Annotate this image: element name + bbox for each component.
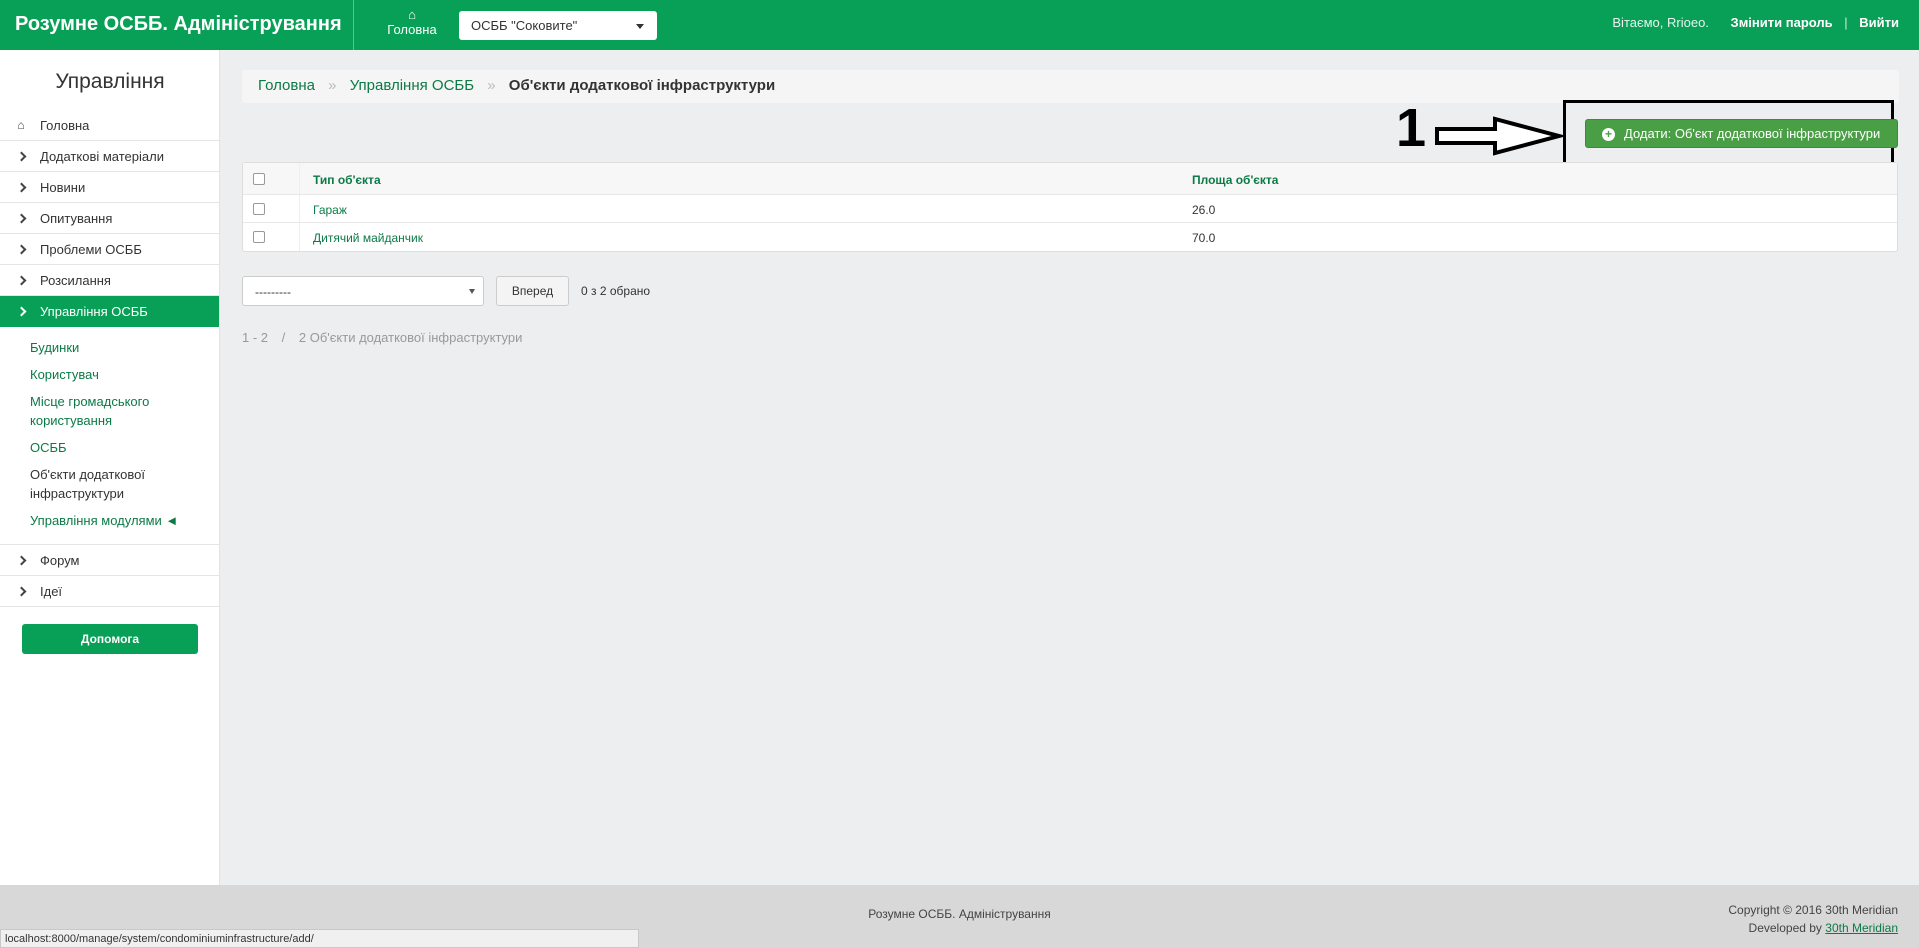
breadcrumb-separator: »	[328, 77, 337, 94]
column-divider	[299, 163, 300, 194]
subnav-item-public-place[interactable]: Місце громадського користування	[30, 392, 180, 430]
add-infrastructure-button[interactable]: + Додати: Об'єкт додаткової інфраструкту…	[1585, 119, 1898, 148]
chevron-right-icon	[15, 584, 27, 598]
sidebar-item-mailing[interactable]: Розсилання	[0, 265, 219, 296]
brand-title[interactable]: Розумне ОСББ. Адміністрування	[15, 13, 342, 36]
column-divider	[299, 223, 300, 251]
paginator-total: 2 Об'єкти додаткової інфраструктури	[298, 330, 523, 345]
breadcrumb-current: Об'єкти додаткової інфраструктури	[508, 77, 776, 94]
sidebar-item-label: Головна	[40, 118, 90, 133]
top-navbar: Розумне ОСББ. Адміністрування ⌂ Головна …	[0, 0, 1919, 50]
row-area: 70.0	[1192, 231, 1216, 245]
action-select[interactable]: ---------	[242, 276, 484, 306]
header-separator: |	[1844, 15, 1848, 30]
chevron-right-icon	[15, 553, 27, 567]
sidebar-item-materials[interactable]: Додаткові матеріали	[0, 141, 219, 172]
chevron-right-icon	[15, 180, 27, 194]
sidebar-item-label: Розсилання	[40, 273, 111, 288]
caret-down-icon	[636, 24, 644, 29]
table-row: Гараж 26.0	[243, 195, 1897, 223]
sidebar-item-problems[interactable]: Проблеми ОСББ	[0, 234, 219, 265]
caret-down-icon	[469, 289, 475, 294]
osbb-select-value: ОСББ "Соковите"	[471, 18, 578, 33]
sidebar-nav: ⌂ Головна Додаткові матеріали Новини Опи…	[0, 110, 219, 607]
change-password-link[interactable]: Змінити пароль	[1731, 15, 1833, 30]
subnav-item-buildings[interactable]: Будинки	[30, 338, 180, 357]
sidebar-subnav: Будинки Користувач Місце громадського ко…	[0, 327, 219, 545]
breadcrumb: Головна » Управління ОСББ » Об'єкти дода…	[242, 70, 1899, 103]
selected-count: 0 з 2 обрано	[581, 284, 651, 298]
breadcrumb-separator: »	[487, 77, 496, 94]
annotation-number: 1	[1396, 98, 1427, 158]
breadcrumb-osbb-management[interactable]: Управління ОСББ	[350, 77, 474, 94]
column-header-type[interactable]: Тип об'єкта	[313, 173, 381, 187]
sidebar-title: Управління	[55, 70, 165, 93]
chevron-right-icon	[15, 242, 27, 256]
browser-status-bar: localhost:8000/manage/system/condominium…	[0, 929, 639, 948]
paginator: 1 - 2 / 2 Об'єкти додаткової інфраструкт…	[242, 330, 522, 345]
sidebar-item-label: Форум	[40, 553, 80, 568]
subnav-item-modules[interactable]: Управління модулями ◄	[30, 511, 180, 530]
breadcrumb-home[interactable]: Головна	[258, 77, 315, 94]
sidebar-item-label: Проблеми ОСББ	[40, 242, 142, 257]
home-icon: ⌂	[408, 7, 416, 22]
footer-developed-label: Developed by	[1748, 921, 1822, 935]
sidebar-item-osbb-management[interactable]: Управління ОСББ	[0, 296, 219, 327]
action-select-value: ---------	[255, 285, 291, 299]
user-greeting: Вітаємо, Rrioeo.	[1612, 15, 1709, 30]
sidebar-item-label: Ідеї	[40, 584, 63, 599]
footer-copyright: Copyright © 2016 30th Meridian	[1728, 903, 1898, 917]
go-button[interactable]: Вперед	[496, 276, 569, 306]
sidebar-item-polls[interactable]: Опитування	[0, 203, 219, 234]
plus-circle-icon: +	[1602, 128, 1615, 141]
row-type-link[interactable]: Гараж	[313, 203, 347, 217]
chevron-right-icon	[15, 211, 27, 225]
annotation-arrow-icon	[1435, 116, 1563, 156]
select-all-checkbox[interactable]	[253, 173, 265, 185]
header-home-label: Головна	[387, 22, 437, 37]
infrastructure-table: Тип об'єкта Площа об'єкта Гараж 26.0 Дит…	[242, 162, 1898, 252]
chevron-right-icon	[15, 304, 27, 318]
header-divider	[353, 0, 354, 50]
paginator-separator: /	[281, 330, 286, 345]
osbb-select[interactable]: ОСББ "Соковите"	[459, 11, 657, 40]
column-divider	[299, 195, 300, 222]
column-header-area[interactable]: Площа об'єкта	[1192, 173, 1278, 187]
sidebar-item-news[interactable]: Новини	[0, 172, 219, 203]
table-row: Дитячий майданчик 70.0	[243, 223, 1897, 251]
row-checkbox[interactable]	[253, 231, 265, 243]
sidebar: Управління ⌂ Головна Додаткові матеріали…	[0, 50, 220, 885]
subnav-item-infrastructure[interactable]: Об'єкти додаткової інфраструктури	[30, 465, 180, 503]
home-icon: ⌂	[17, 118, 25, 132]
row-area: 26.0	[1192, 203, 1216, 217]
help-button[interactable]: Допомога	[22, 624, 198, 654]
sidebar-item-label: Опитування	[40, 211, 113, 226]
sidebar-item-forum[interactable]: Форум	[0, 545, 219, 576]
row-type-link[interactable]: Дитячий майданчик	[313, 231, 423, 245]
sidebar-item-home[interactable]: ⌂ Головна	[0, 110, 219, 141]
sidebar-item-ideas[interactable]: Ідеї	[0, 576, 219, 607]
developer-link[interactable]: 30th Meridian	[1825, 921, 1898, 935]
paginator-range: 1 - 2	[242, 330, 269, 345]
table-header-row: Тип об'єкта Площа об'єкта	[243, 163, 1897, 195]
header-home-link[interactable]: ⌂ Головна	[382, 7, 442, 38]
subnav-item-user[interactable]: Користувач	[30, 365, 180, 384]
footer-developed: Developed by 30th Meridian	[1728, 919, 1898, 937]
chevron-right-icon	[15, 149, 27, 163]
logout-link[interactable]: Вийти	[1859, 15, 1899, 30]
sidebar-item-label: Додаткові матеріали	[40, 149, 164, 164]
sidebar-item-label: Управління ОСББ	[40, 304, 148, 319]
footer-credits: Copyright © 2016 30th Meridian Developed…	[1728, 901, 1898, 937]
footer-title: Розумне ОСББ. Адміністрування	[868, 907, 1051, 921]
row-checkbox[interactable]	[253, 203, 265, 215]
chevron-right-icon	[15, 273, 27, 287]
add-button-label: Додати: Об'єкт додаткової інфраструктури	[1624, 126, 1881, 141]
sidebar-item-label: Новини	[40, 180, 86, 195]
user-area: Вітаємо, Rrioeo. Змінити пароль | Вийти	[1612, 15, 1899, 30]
subnav-item-osbb[interactable]: ОСББ	[30, 438, 180, 457]
